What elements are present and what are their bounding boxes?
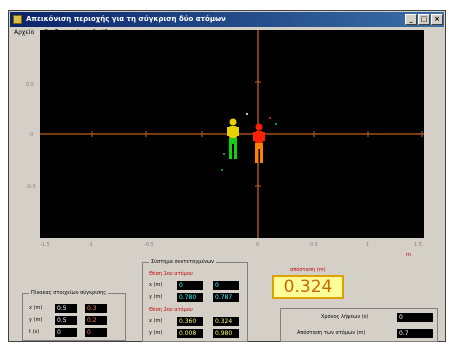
value-field[interactable]: 0.008: [177, 329, 203, 338]
distance-param-input[interactable]: 0.7: [397, 329, 433, 338]
plot-area: -1.5 -1 -0.5 0 0.5 1 1.5 0.5 0 -0.5 m: [26, 30, 438, 260]
coordinates-panel-title: Σύστημα συντεταγμένων: [149, 259, 216, 265]
y-tick-label: 0.5: [26, 82, 34, 88]
value-field[interactable]: 0.5: [55, 304, 77, 313]
y-tick-label: 0: [30, 132, 33, 138]
time-input[interactable]: 0: [397, 313, 433, 322]
title-bar: Απεικόνιση περιοχής για τη σύγκριση δύο …: [10, 12, 444, 27]
row-label: y (m): [29, 317, 43, 323]
value-field[interactable]: 0.787: [213, 293, 239, 302]
x-tick-label: -1.5: [40, 242, 50, 248]
distance-param-label: Απόσταση των ατόμων (m): [297, 330, 366, 336]
value-field[interactable]: 0: [85, 328, 107, 337]
comparison-panel: Πίνακας στοιχείων σύγκρισης x (m) 0.5 0.…: [22, 290, 126, 341]
x-tick-label: -0.5: [144, 242, 154, 248]
row-label: x (m): [149, 318, 163, 324]
value-field[interactable]: 0.980: [213, 329, 239, 338]
value-field[interactable]: 0.360: [177, 317, 203, 326]
x-tick-label: 0: [256, 242, 259, 248]
y-tick-label: -0.5: [26, 184, 36, 190]
plot-canvas: -1.5 -1 -0.5 0 0.5 1 1.5 0.5 0 -0.5 m: [26, 30, 424, 258]
distance-label: απόσταση (m): [290, 267, 326, 273]
coordinates-panel: Σύστημα συντεταγμένων Θέση 1ου ατόμου x …: [142, 259, 248, 342]
parameters-panel: Χρόνος λήψεων (s) 0 Απόσταση των ατόμων …: [280, 308, 438, 342]
section-label: Θέση 1ου ατόμου: [149, 271, 193, 277]
x-tick-label: 1: [366, 242, 369, 248]
window-title: Απεικόνιση περιοχής για τη σύγκριση δύο …: [26, 15, 226, 23]
value-field[interactable]: 0.324: [213, 317, 239, 326]
value-field[interactable]: 0: [55, 328, 77, 337]
value-field[interactable]: 0.780: [177, 293, 203, 302]
minimize-button[interactable]: _: [405, 14, 417, 25]
comparison-panel-title: Πίνακας στοιχείων σύγκρισης: [29, 290, 109, 296]
distance-display: 0.324: [272, 275, 344, 299]
app-icon: [13, 15, 22, 24]
x-tick-label: -1: [88, 242, 93, 248]
value-field[interactable]: 0: [213, 281, 239, 290]
row-label: x (m): [149, 282, 163, 288]
value-field[interactable]: 0.3: [85, 304, 107, 313]
row-label: y (m): [149, 330, 163, 336]
value-field[interactable]: 0.2: [85, 316, 107, 325]
maximize-button[interactable]: □: [418, 14, 430, 25]
row-label: t (s): [29, 329, 40, 335]
x-unit-label: m: [406, 252, 411, 258]
value-field[interactable]: 0.5: [55, 316, 77, 325]
row-label: x (m): [29, 305, 43, 311]
value-field[interactable]: 0: [177, 281, 203, 290]
time-label: Χρόνος λήψεων (s): [321, 314, 369, 320]
section-label: Θέση 2ου ατόμου: [149, 307, 193, 313]
x-tick-label: 1.5: [414, 242, 422, 248]
close-button[interactable]: ×: [431, 14, 443, 25]
row-label: y (m): [149, 294, 163, 300]
x-tick-label: 0.5: [310, 242, 318, 248]
